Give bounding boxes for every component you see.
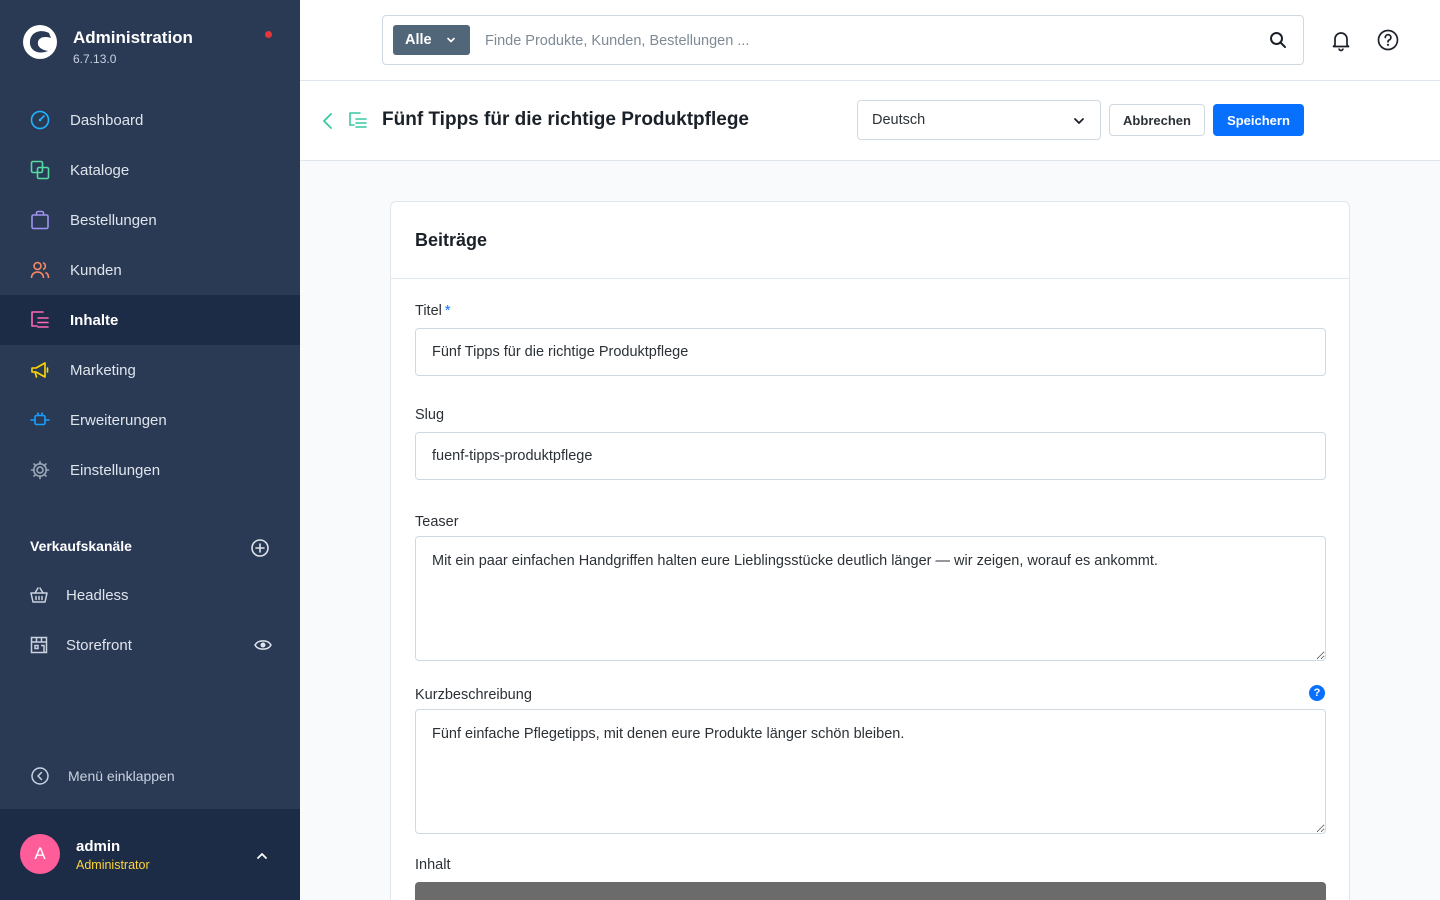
sales-channel-storefront[interactable]: Storefront xyxy=(30,633,274,657)
nav-item-bestellungen[interactable]: Bestellungen xyxy=(0,195,300,245)
short-description-textarea[interactable]: Fünf einfache Pflegetipps, mit denen eur… xyxy=(415,709,1326,834)
nav-label: Erweiterungen xyxy=(70,411,167,429)
chevron-down-icon xyxy=(1074,118,1084,124)
collapse-menu-button[interactable]: Menü einklappen xyxy=(30,765,175,787)
avatar: A xyxy=(20,834,60,874)
content-icon xyxy=(349,112,367,128)
sales-channel-label: Headless xyxy=(66,586,129,604)
shopping-bag-icon xyxy=(31,210,49,230)
sales-channel-headless[interactable]: Headless xyxy=(30,583,274,607)
nav-label: Kataloge xyxy=(70,161,130,179)
add-circle-icon[interactable] xyxy=(250,538,270,558)
user-menu[interactable]: A admin Administrator xyxy=(0,809,300,900)
nav-item-dashboard[interactable]: Dashboard xyxy=(0,95,300,145)
notification-dot xyxy=(265,31,272,38)
nav-label: Inhalte xyxy=(70,311,119,329)
search-scope-dropdown[interactable]: Alle xyxy=(393,25,470,55)
help-icon[interactable]: ? xyxy=(1309,685,1325,701)
teaser-label: Teaser xyxy=(415,514,459,530)
sidebar: Administration 6.7.13.0 Dashboard Katalo… xyxy=(0,0,300,900)
language-select[interactable]: Deutsch xyxy=(857,100,1101,140)
nav-label: Kunden xyxy=(70,261,122,279)
chevron-down-icon xyxy=(447,37,455,43)
title-input[interactable] xyxy=(415,328,1326,376)
title-label-text: Titel xyxy=(415,303,442,319)
nav-item-einstellungen[interactable]: Einstellungen xyxy=(0,445,300,495)
card-header: Beiträge xyxy=(391,202,1349,279)
editor-toolbar[interactable] xyxy=(415,882,1326,900)
bell-icon[interactable] xyxy=(1329,28,1353,52)
search-input[interactable] xyxy=(485,28,1245,54)
help-icon[interactable] xyxy=(1377,29,1399,51)
teaser-textarea[interactable]: Mit ein paar einfachen Handgriffen halte… xyxy=(415,536,1326,661)
storefront-icon xyxy=(30,636,48,654)
nav-item-kunden[interactable]: Kunden xyxy=(0,245,300,295)
search-icon[interactable] xyxy=(1269,31,1287,49)
plug-icon xyxy=(30,412,50,426)
save-button[interactable]: Speichern xyxy=(1213,104,1304,136)
gear-icon xyxy=(30,460,50,480)
language-value: Deutsch xyxy=(872,112,926,128)
catalog-icon xyxy=(30,160,50,180)
app-version: 6.7.13.0 xyxy=(73,52,117,66)
short-description-label: Kurzbeschreibung xyxy=(415,687,532,703)
main-nav: Dashboard Kataloge Bestellungen Kunden I… xyxy=(0,95,300,495)
nav-label: Marketing xyxy=(70,361,136,379)
basket-icon xyxy=(30,587,48,603)
user-role: Administrator xyxy=(76,858,150,872)
page-title: Fünf Tipps für die richtige Produktpfleg… xyxy=(382,109,749,130)
post-card: Beiträge Titel* Slug Teaser Mit ein paar… xyxy=(390,201,1350,900)
title-label: Titel * xyxy=(415,303,451,319)
megaphone-icon xyxy=(31,362,49,378)
nav-item-erweiterungen[interactable]: Erweiterungen xyxy=(0,395,300,445)
search-scope-label: Alle xyxy=(405,32,432,48)
nav-label: Einstellungen xyxy=(70,461,161,479)
user-name: admin xyxy=(76,838,121,855)
collapse-menu-label: Menü einklappen xyxy=(68,768,175,784)
slug-input[interactable] xyxy=(415,432,1326,480)
smart-bar: Fünf Tipps für die richtige Produktpfleg… xyxy=(300,81,1440,161)
required-marker: * xyxy=(444,303,451,319)
nav-item-marketing[interactable]: Marketing xyxy=(0,345,300,395)
top-bar: Alle xyxy=(300,0,1440,81)
dashboard-icon xyxy=(30,110,50,130)
sales-channels-title: Verkaufskanäle xyxy=(30,538,132,554)
shopware-logo-icon xyxy=(23,25,57,59)
nav-label: Dashboard xyxy=(70,111,144,129)
sales-channel-label: Storefront xyxy=(66,636,132,654)
brand: Administration 6.7.13.0 xyxy=(22,24,282,68)
chevron-left-circle-icon xyxy=(31,767,49,785)
content-icon xyxy=(31,311,49,328)
card-title: Beiträge xyxy=(415,230,488,250)
slug-label: Slug xyxy=(415,407,445,423)
users-icon xyxy=(30,261,50,279)
chevron-up-icon[interactable] xyxy=(253,847,271,865)
sales-channels-heading: Verkaufskanäle xyxy=(30,538,270,560)
app-title: Administration xyxy=(73,28,193,47)
nav-item-kataloge[interactable]: Kataloge xyxy=(0,145,300,195)
eye-icon[interactable] xyxy=(254,636,272,654)
nav-item-inhalte[interactable]: Inhalte xyxy=(0,295,300,345)
back-arrow-icon[interactable] xyxy=(320,111,336,131)
cancel-button[interactable]: Abbrechen xyxy=(1109,104,1205,136)
nav-label: Bestellungen xyxy=(70,211,157,229)
global-search: Alle xyxy=(382,15,1304,65)
content-label: Inhalt xyxy=(415,857,451,873)
